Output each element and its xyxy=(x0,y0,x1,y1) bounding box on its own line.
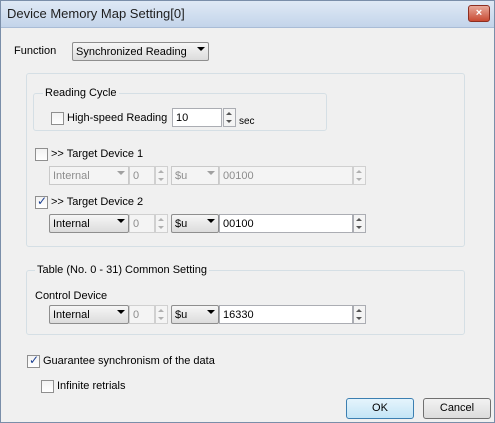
close-button[interactable]: × xyxy=(468,5,490,22)
target1-station-spinner[interactable] xyxy=(155,166,168,185)
common-setting-frame xyxy=(26,270,465,335)
target2-address-value: 00100 xyxy=(223,218,254,230)
target2-device-select[interactable]: Internal xyxy=(49,214,129,233)
target2-checkbox[interactable] xyxy=(35,194,48,209)
target1-label: >> Target Device 1 xyxy=(51,148,144,160)
target2-label: >> Target Device 2 xyxy=(51,196,144,208)
target2-station-value: 0 xyxy=(133,218,140,230)
title-bar[interactable]: Device Memory Map Setting[0] × xyxy=(1,1,494,28)
target2-device-value: Internal xyxy=(53,218,90,230)
common-station-value: 0 xyxy=(133,309,140,321)
infinite-retrials-label: Infinite retrials xyxy=(57,380,126,392)
target2-type-value: $u xyxy=(175,218,188,230)
chevron-down-icon xyxy=(117,219,125,223)
high-speed-checkbox[interactable] xyxy=(51,112,64,125)
target1-address-spinner[interactable] xyxy=(353,166,366,185)
common-type-select[interactable]: $u xyxy=(171,305,219,324)
target1-station-input[interactable]: 0 xyxy=(129,166,155,185)
target2-type-select[interactable]: $u xyxy=(171,214,219,233)
reading-cycle-spinner[interactable] xyxy=(223,108,236,127)
target1-checkbox[interactable] xyxy=(35,148,48,161)
chevron-down-icon xyxy=(207,219,215,223)
function-select[interactable]: Synchronized Reading xyxy=(72,42,209,61)
target1-device-select[interactable]: Internal xyxy=(49,166,129,185)
target1-type-value: $u xyxy=(175,170,188,182)
chevron-down-icon xyxy=(117,310,125,314)
target2-station-input[interactable]: 0 xyxy=(129,214,155,233)
control-device-label: Control Device xyxy=(35,290,108,302)
function-label: Function xyxy=(14,45,57,57)
target2-address-spinner[interactable] xyxy=(353,214,366,233)
function-value: Synchronized Reading xyxy=(76,46,187,58)
reading-cycle-input[interactable]: 10 xyxy=(172,108,222,127)
reading-cycle-label: Reading Cycle xyxy=(43,87,119,99)
chevron-down-icon xyxy=(117,171,125,175)
reading-cycle-unit: sec xyxy=(239,116,255,127)
chevron-down-icon xyxy=(207,171,215,175)
cancel-button[interactable]: Cancel xyxy=(423,398,491,419)
common-type-value: $u xyxy=(175,309,188,321)
common-device-value: Internal xyxy=(53,309,90,321)
target1-address-value: 00100 xyxy=(223,170,254,182)
target1-station-value: 0 xyxy=(133,170,140,182)
guarantee-label: Guarantee synchronism of the data xyxy=(43,355,215,367)
infinite-retrials-checkbox[interactable] xyxy=(41,380,54,393)
target1-device-value: Internal xyxy=(53,170,90,182)
common-device-select[interactable]: Internal xyxy=(49,305,129,324)
chevron-down-icon xyxy=(197,47,205,51)
target1-address-input[interactable]: 00100 xyxy=(219,166,353,185)
dialog-window: Device Memory Map Setting[0] × Function … xyxy=(0,0,495,423)
common-station-spinner[interactable] xyxy=(155,305,168,324)
common-address-input[interactable]: 16330 xyxy=(219,305,353,324)
window-title: Device Memory Map Setting[0] xyxy=(7,6,185,21)
common-address-value: 16330 xyxy=(223,309,254,321)
reading-cycle-value: 10 xyxy=(176,112,189,124)
target2-station-spinner[interactable] xyxy=(155,214,168,233)
common-station-input[interactable]: 0 xyxy=(129,305,155,324)
high-speed-label: High-speed Reading xyxy=(67,112,168,124)
target1-type-select[interactable]: $u xyxy=(171,166,219,185)
ok-button[interactable]: OK xyxy=(346,398,414,419)
target2-address-input[interactable]: 00100 xyxy=(219,214,353,233)
common-address-spinner[interactable] xyxy=(353,305,366,324)
guarantee-checkbox[interactable] xyxy=(27,353,40,368)
common-setting-label: Table (No. 0 - 31) Common Setting xyxy=(35,264,209,276)
chevron-down-icon xyxy=(207,310,215,314)
